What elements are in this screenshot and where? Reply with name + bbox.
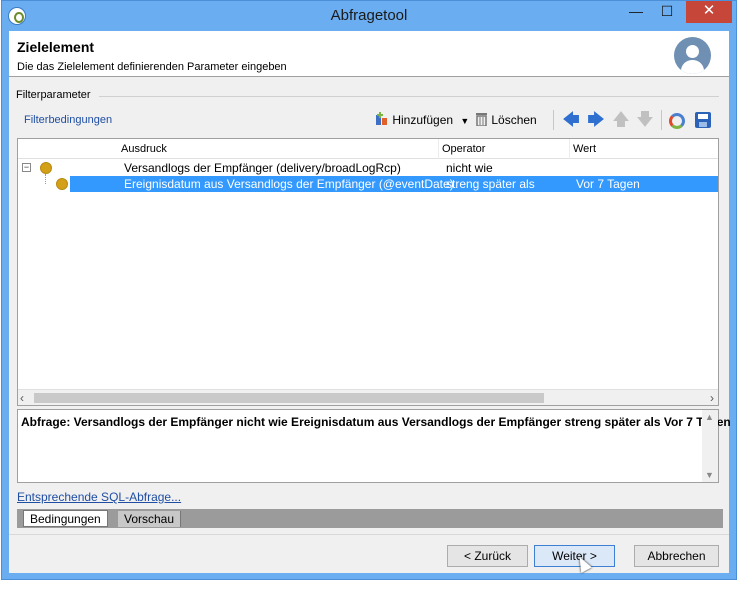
- toolbar-title: Filterbedingungen: [24, 114, 113, 126]
- window: Abfragetool — ☐ ✕ Zielelement Die das Zi…: [1, 0, 737, 580]
- filter-group-label: Filterparameter: [16, 89, 91, 101]
- table-row-selected[interactable]: Ereignisdatum aus Versandlogs der Empfän…: [18, 176, 718, 192]
- cell-expression: Ereignisdatum aus Versandlogs der Empfän…: [124, 177, 454, 191]
- page-subtitle: Die das Zielelement definierenden Parame…: [17, 61, 287, 73]
- query-preview-box[interactable]: Abfrage: Versandlogs der Empfänger nicht…: [17, 409, 731, 483]
- delete-button-label: Löschen: [491, 113, 537, 127]
- dialog-header: Zielelement Die das Zielelement definier…: [9, 31, 729, 77]
- next-button[interactable]: Weiter >: [534, 545, 615, 567]
- cell-value: Vor 7 Tagen: [576, 177, 640, 191]
- table-row[interactable]: − Versandlogs der Empfänger (delivery/br…: [18, 160, 718, 184]
- tabs-bar: Bedingungen Vorschau: [17, 509, 723, 528]
- filter-toolbar: Filterbedingungen Hinzufügen ▼ Löschen 🡄…: [17, 107, 719, 133]
- collapse-icon[interactable]: −: [22, 163, 31, 172]
- tab-conditions[interactable]: Bedingungen: [23, 510, 108, 527]
- condition-dot-icon: [56, 178, 68, 190]
- dialog-client: Zielelement Die das Zielelement definier…: [9, 31, 731, 573]
- add-button[interactable]: Hinzufügen ▼: [375, 110, 469, 130]
- sql-query-link[interactable]: Entsprechende SQL-Abfrage...: [17, 490, 181, 504]
- cell-operator: nicht wie: [446, 161, 493, 175]
- query-text: Abfrage: Versandlogs der Empfänger nicht…: [21, 415, 731, 429]
- vertical-scrollbar[interactable]: ▲ ▼: [702, 410, 718, 482]
- toolbar-separator: [661, 110, 662, 130]
- column-divider: [438, 139, 439, 159]
- trash-icon: [476, 113, 487, 127]
- add-button-label: Hinzufügen: [392, 113, 454, 127]
- horizontal-scrollbar[interactable]: ‹ ›: [18, 389, 718, 405]
- scrollbar-thumb[interactable]: [34, 393, 544, 403]
- refresh-icon[interactable]: [669, 113, 685, 129]
- group-divider: [99, 96, 719, 97]
- column-header-operator[interactable]: Operator: [442, 143, 485, 155]
- arrow-left-icon[interactable]: 🡄: [561, 110, 581, 130]
- cancel-button[interactable]: Abbrechen: [634, 545, 719, 567]
- scroll-right-icon[interactable]: ›: [710, 391, 714, 405]
- dialog-footer: < Zurück Weiter > Abbrechen: [9, 534, 729, 573]
- toolbar-separator: [553, 110, 554, 130]
- minimize-button[interactable]: —: [622, 1, 650, 23]
- close-button[interactable]: ✕: [686, 1, 732, 23]
- tab-preview[interactable]: Vorschau: [118, 511, 182, 527]
- scroll-left-icon[interactable]: ‹: [20, 391, 24, 405]
- cell-expression: Versandlogs der Empfänger (delivery/broa…: [124, 161, 401, 175]
- arrow-up-icon[interactable]: 🡅: [611, 110, 631, 130]
- scroll-down-icon[interactable]: ▼: [705, 470, 714, 480]
- condition-dot-icon: [40, 162, 52, 174]
- arrow-right-icon[interactable]: 🡆: [586, 110, 606, 130]
- scroll-up-icon[interactable]: ▲: [705, 412, 714, 422]
- column-header-expression[interactable]: Ausdruck: [121, 143, 167, 155]
- maximize-button[interactable]: ☐: [653, 1, 681, 23]
- column-divider: [569, 139, 570, 159]
- title-bar[interactable]: Abfragetool — ☐ ✕: [2, 1, 736, 31]
- column-header-value[interactable]: Wert: [573, 143, 596, 155]
- grid-header: Ausdruck Operator Wert: [18, 139, 718, 159]
- save-icon[interactable]: [695, 112, 711, 128]
- chevron-down-icon[interactable]: ▼: [460, 116, 469, 126]
- arrow-down-icon[interactable]: 🡇: [635, 110, 655, 130]
- back-button[interactable]: < Zurück: [447, 545, 528, 567]
- conditions-grid[interactable]: Ausdruck Operator Wert − Versandlogs der…: [17, 138, 719, 406]
- avatar-icon: [674, 37, 711, 74]
- add-condition-icon: [376, 112, 387, 125]
- cell-operator: streng später als: [446, 177, 535, 191]
- page-title: Zielelement: [17, 39, 95, 55]
- delete-button[interactable]: Löschen: [475, 110, 537, 130]
